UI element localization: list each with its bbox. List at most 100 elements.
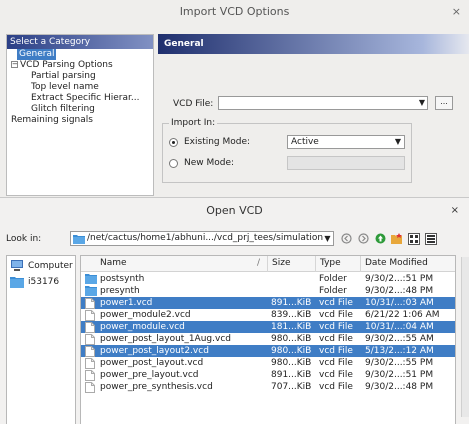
tree-item[interactable]: Remaining signals	[7, 115, 153, 126]
place-computer[interactable]: Computer	[10, 260, 73, 275]
tree-item-label: Extract Specific Hierar...	[31, 93, 140, 103]
column-size[interactable]: Size	[272, 258, 290, 268]
file-date-cell: 6/21/22 1:06 AM	[365, 310, 440, 320]
file-name-cell: power_pre_layout.vcd	[100, 370, 199, 380]
file-name-cell: power_module.vcd	[100, 322, 185, 332]
file-row[interactable]: power_post_layout_1Aug.vcd 980...KiB vcd F…	[81, 333, 455, 345]
dropdown-arrow-icon[interactable]: ▼	[323, 232, 332, 245]
file-type-cell: vcd File	[319, 310, 353, 320]
background-window-edge	[461, 257, 469, 417]
column-type[interactable]: Type	[320, 258, 341, 268]
column-date[interactable]: Date Modified	[365, 258, 428, 268]
file-name-cell: presynth	[100, 286, 140, 296]
file-row[interactable]: power_post_layout2.vcd 980...KiB vcd File 5…	[81, 345, 455, 357]
file-name-cell: power_post_layout.vcd	[100, 358, 204, 368]
vcd-file-label: VCD File:	[173, 99, 214, 109]
look-in-path: /net/cactus/home1/abhuni.../vcd_prj_tees…	[87, 233, 324, 243]
file-row[interactable]: power_pre_synthesis.vcd 707...KiB vcd File…	[81, 381, 455, 396]
existing-mode-select[interactable]: Active ▼	[287, 135, 405, 149]
file-date-cell: 9/30/2...:48 PM	[365, 286, 434, 296]
dropdown-arrow-icon[interactable]: ▼	[395, 136, 401, 148]
file-date-cell: 5/13/2...:12 AM	[365, 346, 434, 356]
new-folder-icon[interactable]	[391, 233, 403, 245]
file-name-cell: power1.vcd	[100, 298, 153, 308]
dialog-title: Open VCD	[206, 204, 263, 217]
file-row[interactable]: power_post_layout.vcd 980...KiB vcd File 9/…	[81, 357, 455, 369]
existing-mode-label: Existing Mode:	[184, 137, 251, 147]
file-icon	[85, 382, 95, 396]
new-mode-input[interactable]	[287, 156, 405, 170]
tree-item[interactable]: Top level name	[7, 82, 153, 93]
file-list-header: Name / Size Type Date Modified	[81, 256, 455, 272]
open-vcd-dialog: Open VCD × Look in: /net/cactus/home1/ab…	[0, 197, 469, 424]
new-mode-label: New Mode:	[184, 158, 235, 168]
tree-item-label: Top level name	[31, 82, 99, 92]
file-size-cell: 980...KiB	[271, 358, 312, 368]
tree-item-label: Remaining signals	[11, 115, 93, 125]
file-date-cell: 9/30/2...:51 PM	[365, 370, 434, 380]
new-mode-radio[interactable]	[169, 159, 178, 168]
file-row[interactable]: postsynth Folder 9/30/2...:51 PM	[81, 273, 455, 285]
category-header: Select a Category	[7, 35, 153, 49]
import-in-group: Import In: Existing Mode: Active ▼ New M…	[162, 118, 412, 183]
browse-button[interactable]: ...	[435, 96, 453, 110]
forward-icon[interactable]	[357, 233, 369, 245]
list-view-icon[interactable]	[408, 233, 420, 245]
general-header: General	[158, 34, 469, 54]
place-label: i53176	[28, 277, 60, 287]
detail-view-icon[interactable]	[425, 233, 437, 245]
places-sidebar: Computer i53176	[6, 255, 76, 424]
look-in-label: Look in:	[6, 234, 42, 244]
existing-mode-value: Active	[291, 137, 319, 147]
category-panel: Select a Category General − VCD Parsing Op…	[6, 34, 154, 196]
file-date-cell: 10/31/...:04 AM	[365, 322, 434, 332]
file-name-cell: power_post_layout2.vcd	[100, 346, 209, 356]
tree-item[interactable]: − VCD Parsing Options	[7, 60, 153, 71]
tree-item[interactable]: Partial parsing	[7, 71, 153, 82]
tree-item[interactable]: Glitch filtering	[7, 104, 153, 115]
general-panel: General VCD File: ▼ ... Import In: Exist…	[158, 34, 469, 196]
file-date-cell: 9/30/2...:51 PM	[365, 274, 434, 284]
back-icon[interactable]	[340, 233, 352, 245]
tree-item[interactable]: General	[7, 49, 153, 60]
file-size-cell: 891...KiB	[271, 370, 312, 380]
file-type-cell: vcd File	[319, 370, 353, 380]
file-date-cell: 9/30/2...:55 PM	[365, 358, 434, 368]
file-name-cell: power_pre_synthesis.vcd	[100, 382, 213, 392]
dropdown-arrow-icon[interactable]: ▼	[419, 98, 425, 107]
import-in-legend: Import In:	[169, 118, 218, 128]
close-icon[interactable]: ×	[451, 205, 459, 216]
file-size-cell: 980...KiB	[271, 346, 312, 356]
tree-item-label: Glitch filtering	[31, 104, 95, 114]
file-type-cell: vcd File	[319, 382, 353, 392]
parent-dir-icon[interactable]	[374, 233, 386, 245]
collapse-icon[interactable]: −	[11, 61, 18, 68]
file-row[interactable]: presynth Folder 9/30/2...:48 PM	[81, 285, 455, 297]
tree-item[interactable]: Extract Specific Hierar...	[7, 93, 153, 104]
look-in-combo[interactable]: /net/cactus/home1/abhuni.../vcd_prj_tees…	[70, 231, 334, 246]
folder-icon	[73, 234, 85, 244]
file-type-cell: vcd File	[319, 298, 353, 308]
place-home[interactable]: i53176	[10, 276, 59, 291]
file-row[interactable]: power1.vcd 891...KiB vcd File 10/31/...:03 …	[81, 297, 455, 309]
file-row[interactable]: power_module.vcd 181...KiB vcd File 10/31/.…	[81, 321, 455, 333]
file-name-cell: power_post_layout_1Aug.vcd	[100, 334, 231, 344]
existing-mode-radio[interactable]	[169, 138, 178, 147]
file-size-cell: 980...KiB	[271, 334, 312, 344]
column-name[interactable]: Name	[100, 258, 127, 268]
file-size-cell: 891...KiB	[271, 298, 312, 308]
file-list: Name / Size Type Date Modified postsynth…	[80, 255, 456, 424]
place-label: Computer	[28, 261, 73, 271]
file-type-cell: Folder	[319, 286, 347, 296]
file-type-cell: vcd File	[319, 334, 353, 344]
tree-item-label: VCD Parsing Options	[20, 60, 113, 70]
vcd-file-input[interactable]: ▼	[218, 96, 428, 110]
file-row[interactable]: power_module2.vcd 839...KiB vcd File 6/21/2…	[81, 309, 455, 321]
file-row[interactable]: power_pre_layout.vcd 891...KiB vcd File 9/3…	[81, 369, 455, 381]
file-date-cell: 9/30/2...:55 AM	[365, 334, 434, 344]
folder-icon	[10, 277, 24, 291]
close-icon[interactable]: ×	[452, 5, 461, 18]
file-size-cell: 839...KiB	[271, 310, 312, 320]
file-size-cell: 181...KiB	[271, 322, 312, 332]
file-type-cell: vcd File	[319, 346, 353, 356]
